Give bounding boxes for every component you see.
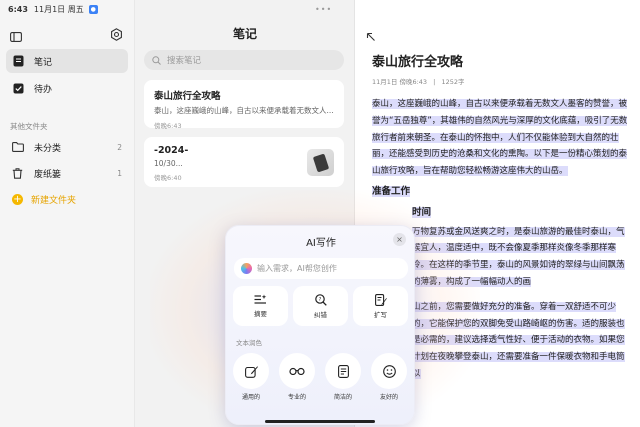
tone-friendly-button[interactable]: 友好的: [369, 353, 409, 401]
svg-text:?: ?: [318, 297, 321, 303]
pen-sparkle-icon: [233, 353, 269, 389]
editor-date: 11月1日 傍晚6:43: [372, 78, 428, 86]
proofread-button[interactable]: ? 纠错: [293, 286, 348, 326]
back-arrow-icon[interactable]: [366, 27, 376, 46]
tool-label: 扩写: [374, 310, 387, 319]
folder-icon: [12, 142, 24, 152]
status-date: 11月1日 周五: [33, 4, 84, 14]
notes-icon: [12, 55, 24, 67]
smiley-icon: [371, 353, 407, 389]
notes-list-title: 笔记: [232, 27, 257, 41]
editor-title[interactable]: 泰山旅行全攻略: [372, 51, 463, 70]
folder-count: 2: [117, 142, 122, 152]
ai-spark-icon: [241, 263, 252, 274]
meta-separator: |: [433, 78, 436, 86]
sidebar: 笔记 待办 其他文件夹 未分类 2 废纸篓 1 + 新建文件夹: [0, 0, 135, 427]
folder-uncategorized[interactable]: 未分类 2: [6, 137, 128, 157]
selected-paragraph: 泰山，这座巍峨的山峰，自古以来便承载着无数文人墨客的赞誉，被誉为“五岳独尊”，其…: [372, 99, 628, 177]
status-bar: 6:43 11月1日 周五 ●: [0, 0, 640, 18]
tone-label: 友好的: [379, 394, 398, 401]
checkbox-icon: [12, 82, 24, 94]
expand-button[interactable]: 扩写: [353, 286, 408, 326]
summary-button[interactable]: 摘要: [233, 286, 288, 326]
home-indicator[interactable]: [265, 420, 375, 423]
plus-icon: +: [12, 194, 23, 205]
ai-prompt-input[interactable]: 输入需求，AI帮您创作: [234, 258, 408, 279]
sidebar-item-notes[interactable]: 笔记: [6, 49, 128, 73]
note-card[interactable]: -2024- 10/30... 傍晚6:40: [144, 137, 344, 187]
note-card[interactable]: 泰山旅行全攻略 泰山，这座巍峨的山峰，自古以来便承载着无数文人... 傍晚6:4…: [144, 80, 344, 130]
tone-professional-button[interactable]: 专业的: [277, 353, 317, 401]
note-thumbnail: [307, 149, 334, 176]
settings-gear-icon[interactable]: [110, 26, 123, 45]
close-button[interactable]: ×: [393, 233, 406, 246]
sidebar-item-label: 待办: [34, 84, 53, 95]
search-icon: [152, 55, 161, 65]
other-folders-label: 其他文件夹: [10, 122, 48, 131]
proofread-search-icon: ?: [314, 293, 327, 306]
sidebar-item-todo[interactable]: 待办: [6, 76, 128, 100]
ai-input-placeholder: 输入需求，AI帮您创作: [257, 264, 337, 273]
glasses-icon: [279, 353, 315, 389]
tone-label: 通用的: [241, 394, 260, 401]
new-folder-label: 新建文件夹: [31, 196, 77, 206]
tool-label: 纠错: [314, 310, 327, 319]
sidebar-toggle-icon[interactable]: [10, 27, 22, 46]
folder-label: 废纸篓: [34, 169, 62, 180]
tool-label: 摘要: [254, 310, 267, 318]
note-date: 傍晚6:43: [154, 122, 182, 130]
tone-general-button[interactable]: 通用的: [231, 353, 271, 401]
editor-meta: 11月1日 傍晚6:43 | 1252字: [372, 76, 468, 86]
folder-trash[interactable]: 废纸篓 1: [6, 163, 128, 183]
polish-section-label: 文本润色: [236, 339, 262, 347]
tone-label: 专业的: [287, 394, 306, 401]
new-folder-button[interactable]: + 新建文件夹: [12, 193, 76, 206]
folder-count: 1: [117, 168, 122, 178]
editor-word-count: 1252字: [441, 78, 465, 86]
note-snippet: 泰山，这座巍峨的山峰，自古以来便承载着无数文人...: [154, 106, 334, 115]
app-notification-icon: ●: [88, 4, 98, 14]
ai-panel-title: AI写作: [306, 238, 336, 249]
tone-label: 简洁的: [333, 394, 352, 401]
search-input[interactable]: 搜索笔记: [144, 50, 344, 70]
ai-writing-panel: AI写作 × 输入需求，AI帮您创作 摘要 ? 纠错 扩写 文本润色 通用的 专…: [225, 225, 415, 425]
tone-concise-button[interactable]: 简洁的: [323, 353, 363, 401]
folder-label: 未分类: [34, 143, 62, 154]
status-time: 6:43: [8, 4, 28, 14]
document-icon: [325, 353, 361, 389]
sidebar-item-label: 笔记: [34, 57, 53, 68]
trash-icon: [12, 167, 24, 179]
summary-icon: [254, 294, 267, 305]
note-title: 泰山旅行全攻略: [154, 91, 221, 102]
expand-write-icon: [374, 293, 387, 306]
search-placeholder: 搜索笔记: [167, 56, 202, 66]
